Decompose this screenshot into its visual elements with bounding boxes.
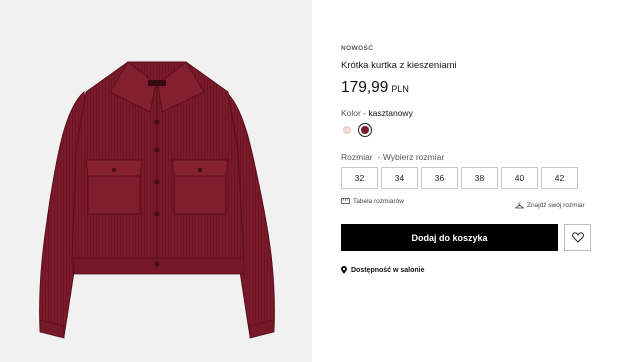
size-option-42[interactable]: 42: [541, 167, 578, 189]
location-pin-icon: [341, 266, 347, 274]
product-price: 179,99 PLN: [341, 79, 409, 97]
size-guide-label: Tabela rozmiarów: [353, 197, 404, 205]
color-label: Kolor: [341, 108, 361, 118]
hanger-icon: [515, 202, 524, 208]
favorite-button[interactable]: [564, 224, 591, 251]
size-guide-link[interactable]: Tabela rozmiarów: [341, 196, 404, 206]
price-amount: 179,99: [341, 79, 389, 96]
product-title: Krótka kurtka z kieszeniami: [341, 60, 457, 71]
color-swatches: [341, 123, 381, 137]
size-option-40[interactable]: 40: [501, 167, 538, 189]
color-value: kasztanowy: [368, 108, 413, 118]
size-option-36[interactable]: 36: [421, 167, 458, 189]
add-to-cart-button[interactable]: Dodaj do koszyka: [341, 224, 558, 251]
size-option-38[interactable]: 38: [461, 167, 498, 189]
find-size-link[interactable]: Znajdź swój rozmiar: [515, 200, 585, 210]
size-option-34[interactable]: 34: [381, 167, 418, 189]
size-prompt: - Wybierz rozmiar: [377, 152, 445, 162]
store-availability-link[interactable]: Dostępność w salonie: [341, 266, 425, 274]
size-option-32[interactable]: 32: [341, 167, 378, 189]
price-currency: PLN: [391, 84, 409, 94]
find-size-label: Znajdź swój rozmiar: [527, 201, 585, 209]
swatch-maroon-selected[interactable]: [358, 123, 372, 137]
store-availability-label: Dostępność w salonie: [351, 266, 425, 274]
ruler-icon: [341, 198, 350, 204]
size-label-row: Rozmiar - Wybierz rozmiar: [341, 152, 444, 162]
product-image[interactable]: [0, 0, 312, 362]
heart-icon: [571, 232, 584, 243]
swatch-maroon-fill: [361, 126, 369, 134]
size-options: 32 34 36 38 40 42: [341, 167, 579, 189]
product-info: NOWOŚĆ Krótka kurtka z kieszeniami 179,9…: [341, 0, 601, 362]
new-badge: NOWOŚĆ: [341, 45, 374, 52]
jacket-illustration: [39, 61, 275, 339]
swatch-light-pink[interactable]: [343, 126, 351, 134]
size-label: Rozmiar: [341, 152, 373, 162]
color-label-row: Kolor - kasztanowy: [341, 108, 413, 118]
